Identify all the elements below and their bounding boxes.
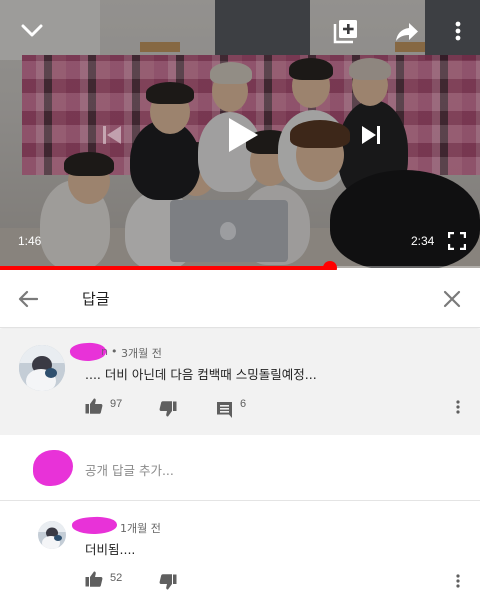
- comment-time: 1개월 전: [120, 522, 161, 535]
- duration-time: 2:34: [411, 234, 435, 248]
- like-count: 52: [110, 572, 123, 584]
- fullscreen-icon[interactable]: [446, 230, 468, 252]
- avatar: [33, 450, 73, 486]
- close-icon[interactable]: [438, 285, 466, 313]
- thumb-down-icon[interactable]: [158, 399, 178, 419]
- more-vert-icon[interactable]: [448, 17, 468, 45]
- comment-separator-dot: •: [111, 345, 118, 358]
- chevron-down-icon[interactable]: [18, 17, 46, 45]
- replies-header: 답글: [0, 270, 480, 328]
- add-to-playlist-icon[interactable]: [331, 16, 361, 46]
- more-vert-icon[interactable]: [451, 397, 465, 417]
- comment-text: .... 더비 아닌데 다음 컴백때 스밍돌릴예정...: [85, 367, 317, 382]
- thumb-up-icon[interactable]: [84, 396, 104, 416]
- skip-next-icon[interactable]: [354, 117, 388, 153]
- back-arrow-icon[interactable]: [14, 285, 42, 313]
- reply-comment-icon[interactable]: [214, 399, 234, 419]
- comment-text: 더비됨....: [85, 542, 136, 557]
- thumb-up-icon[interactable]: [84, 569, 104, 589]
- reply-comment: 1개월 전 더비됨.... 52: [0, 502, 480, 605]
- skip-previous-icon[interactable]: [95, 117, 129, 153]
- author-name-redacted: [71, 515, 118, 536]
- add-reply-input[interactable]: 공개 답글 추가...: [85, 460, 174, 479]
- play-icon[interactable]: [220, 112, 266, 158]
- avatar[interactable]: [19, 345, 65, 391]
- share-icon[interactable]: [393, 18, 421, 46]
- add-reply-row[interactable]: 공개 답글 추가...: [0, 435, 480, 501]
- more-vert-icon[interactable]: [451, 571, 465, 591]
- page-title: 답글: [82, 290, 110, 308]
- thumb-down-icon[interactable]: [158, 572, 178, 592]
- like-count: 97: [110, 398, 123, 410]
- comment-time: 3개월 전: [121, 347, 162, 360]
- author-name[interactable]: n: [101, 345, 108, 358]
- reply-count: 6: [240, 398, 247, 410]
- avatar[interactable]: [38, 521, 66, 549]
- parent-comment: n • 3개월 전 .... 더비 아닌데 다음 컴백때 스밍돌릴예정... 9…: [0, 329, 480, 435]
- video-player[interactable]: 1:46 2:34: [0, 0, 480, 268]
- elapsed-time: 1:46: [18, 234, 42, 248]
